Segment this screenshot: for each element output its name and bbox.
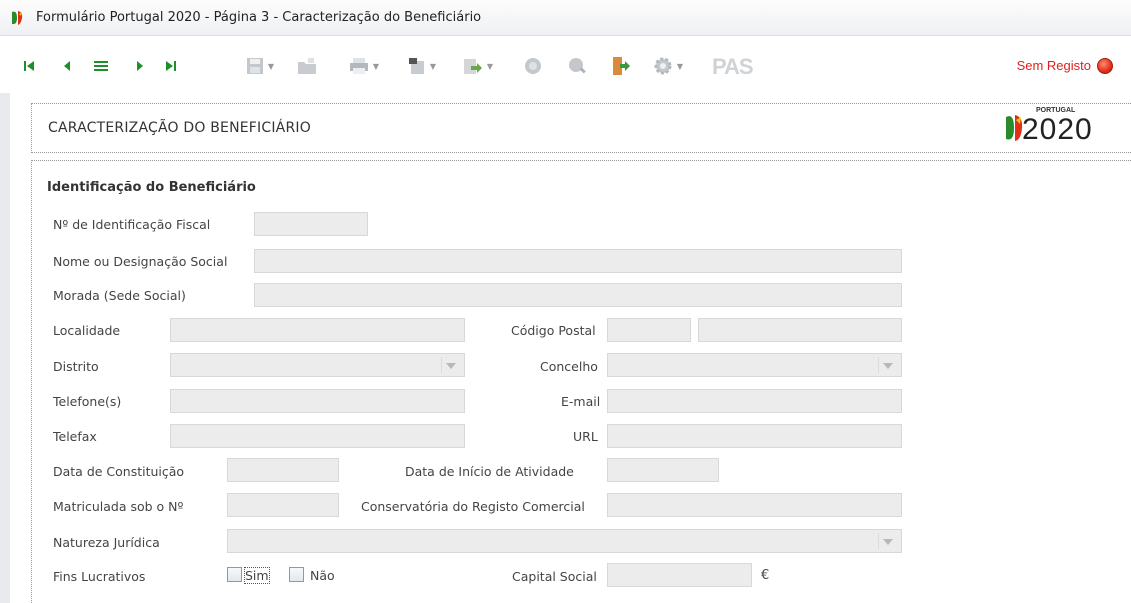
portugal2020-app-icon	[12, 11, 23, 25]
telefax-field[interactable]	[170, 424, 465, 448]
nao-checkbox[interactable]	[289, 567, 304, 582]
url-label: URL	[573, 429, 598, 444]
data-constituicao-label: Data de Constituição	[53, 464, 185, 479]
telefone-field[interactable]	[170, 389, 465, 413]
natureza-label: Natureza Jurídica	[53, 535, 160, 550]
telefone-label: Telefone(s)	[53, 394, 122, 409]
email-label: E-mail	[561, 394, 601, 409]
data-inicio-label: Data de Início de Atividade	[405, 464, 574, 479]
left-stripe	[0, 93, 10, 603]
header-panel: CARACTERIZAÇÃO DO BENEFICIÁRIO	[31, 103, 1131, 153]
email-field[interactable]	[607, 389, 902, 413]
concelho-select[interactable]	[607, 353, 902, 377]
list-icon[interactable]	[93, 55, 109, 77]
toolbar: ▼ ▼ ▼ ▼ ▼ PAS Sem Registo	[0, 37, 1131, 93]
data-constituicao-field[interactable]	[227, 458, 339, 482]
codigo-postal-label: Código Postal	[511, 323, 596, 338]
dropdown-separator	[441, 357, 442, 373]
sim-checkbox[interactable]	[227, 567, 242, 582]
capital-social-field[interactable]	[607, 563, 752, 587]
morada-label: Morada (Sede Social)	[53, 288, 186, 303]
last-icon[interactable]	[164, 55, 178, 77]
svg-text:PAS: PAS	[712, 55, 753, 77]
matriculada-label: Matriculada sob o Nº	[53, 499, 184, 514]
nome-label: Nome ou Designação Social	[53, 254, 228, 269]
portugal2020-logo: PORTUGAL 2020	[1004, 107, 1129, 149]
print-icon[interactable]: ▼	[346, 55, 382, 77]
data-inicio-field[interactable]	[607, 458, 719, 482]
url-field[interactable]	[607, 424, 902, 448]
conservatoria-field[interactable]	[607, 493, 902, 517]
import-icon[interactable]: ▼	[460, 55, 496, 77]
codigo-postal-field-2[interactable]	[698, 318, 902, 342]
currency-symbol: €	[761, 568, 770, 583]
natureza-select[interactable]	[227, 529, 902, 553]
search-icon[interactable]	[566, 55, 588, 77]
localidade-field[interactable]	[170, 318, 465, 342]
nif-field[interactable]	[254, 212, 368, 236]
prev-icon[interactable]	[60, 55, 74, 77]
logo-leaf-icon	[1006, 115, 1023, 141]
concelho-label: Concelho	[540, 359, 598, 374]
save-icon[interactable]: ▼	[242, 55, 278, 77]
status-text: Sem Registo	[1016, 58, 1091, 73]
localidade-label: Localidade	[53, 323, 121, 338]
export-icon[interactable]: ▼	[404, 55, 440, 77]
sim-label[interactable]: Sim	[244, 567, 270, 584]
nome-field[interactable]	[254, 249, 902, 273]
dropdown-separator	[878, 357, 879, 373]
dropdown-separator	[878, 533, 879, 549]
nao-label[interactable]: Não	[310, 568, 335, 583]
status-indicator-icon	[1097, 58, 1113, 74]
title-bar: Formulário Portugal 2020 - Página 3 - Ca…	[0, 0, 1131, 36]
page-title: CARACTERIZAÇÃO DO BENEFICIÁRIO	[48, 120, 311, 136]
nif-label: Nº de Identificação Fiscal	[53, 217, 211, 232]
distrito-label: Distrito	[53, 359, 99, 374]
pas-icon[interactable]: PAS	[712, 55, 768, 77]
section-title: Identificação do Beneficiário	[47, 180, 256, 195]
fins-lucrativos-label: Fins Lucrativos	[53, 569, 146, 584]
telefax-label: Telefax	[53, 429, 97, 444]
folder-icon[interactable]	[294, 55, 320, 77]
first-icon[interactable]	[22, 55, 36, 77]
morada-field[interactable]	[254, 283, 902, 307]
validate-icon[interactable]	[522, 55, 544, 77]
matriculada-field[interactable]	[227, 493, 339, 517]
capital-social-label: Capital Social	[512, 569, 597, 584]
codigo-postal-field-1[interactable]	[607, 318, 691, 342]
window-title: Formulário Portugal 2020 - Página 3 - Ca…	[36, 10, 482, 25]
next-icon[interactable]	[133, 55, 147, 77]
conservatoria-label: Conservatória do Registo Comercial	[361, 499, 585, 514]
distrito-select[interactable]	[170, 353, 465, 377]
exit-icon[interactable]	[610, 55, 632, 77]
logo-year: 2020	[1022, 113, 1093, 146]
settings-icon[interactable]: ▼	[648, 55, 688, 77]
